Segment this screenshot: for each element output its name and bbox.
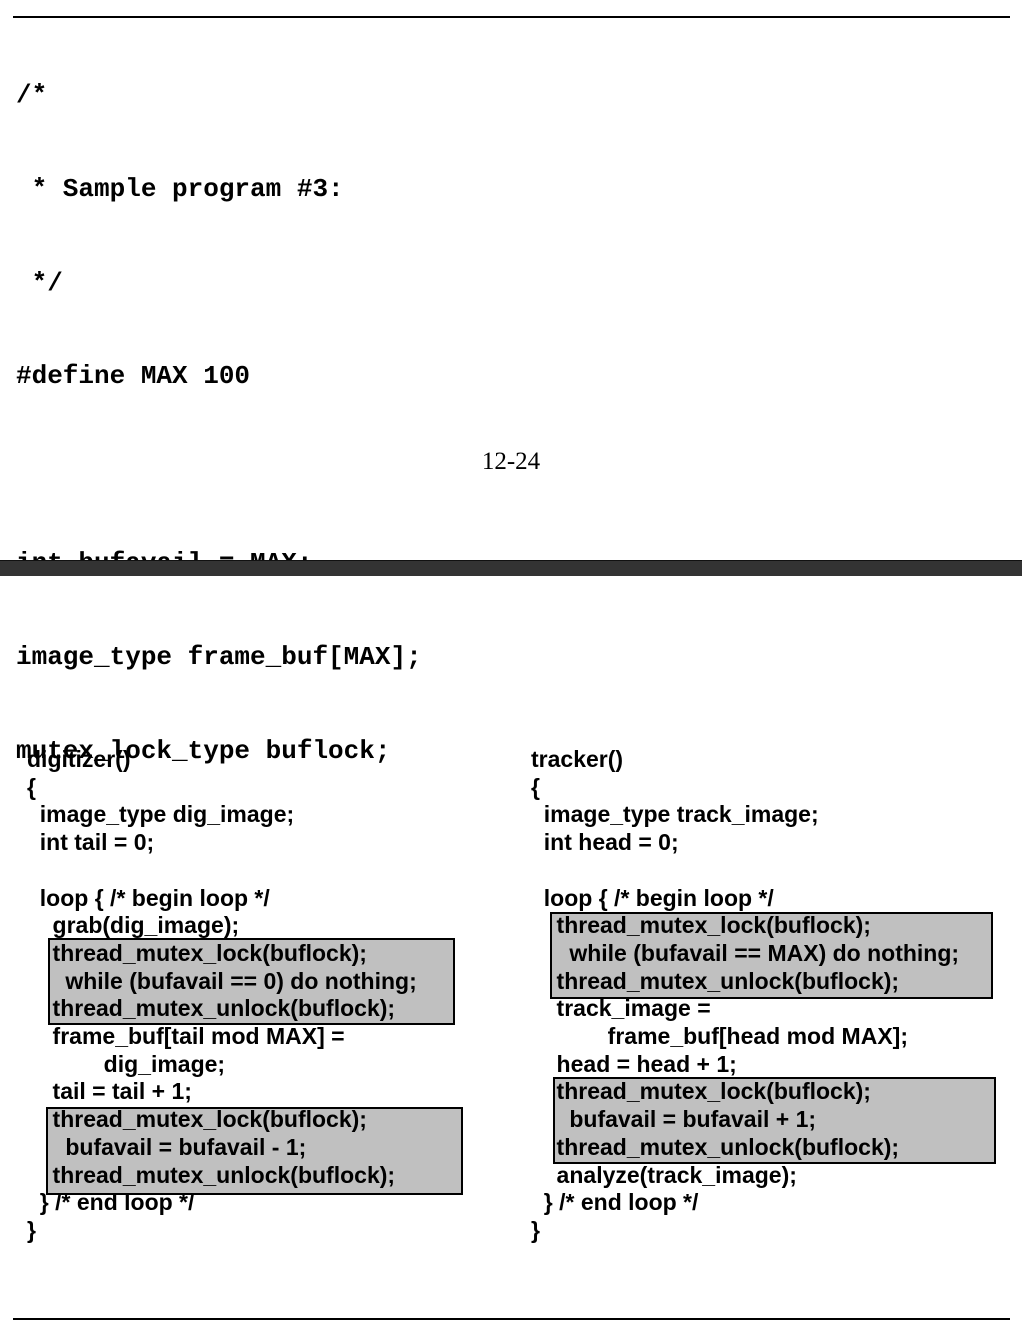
code-line: image_type track_image; [531,801,819,828]
code-line: /* [16,80,48,111]
code-line: #define MAX 100 [16,361,251,392]
code-line: while (bufavail == 0) do nothing; [27,967,417,994]
code-line: * Sample program #3: [16,174,344,204]
bottom-rule [13,1318,1010,1320]
code-line: thread_mutex_unlock(buflock); [531,967,900,994]
code-line: thread_mutex_lock(buflock); [27,939,367,966]
code-line: frame_buf[tail mod MAX] = [27,1023,345,1049]
code-line: { [27,773,36,800]
code-line: loop { /* begin loop */ [531,884,774,911]
code-line: thread_mutex_lock(buflock); [27,1106,367,1133]
code-line: int head = 0; [531,829,679,856]
code-line: image_type frame_buf[MAX]; [16,641,422,672]
code-line: */ [16,267,63,298]
code-line: image_type dig_image; [27,801,295,828]
code-line: } [531,1216,540,1243]
code-line: digitizer() [27,746,131,772]
code-line: { [531,773,540,800]
code-line: frame_buf[head mod MAX]; [531,1023,908,1049]
code-line: thread_mutex_unlock(buflock); [27,995,396,1022]
code-line: } [27,1216,36,1243]
header-code-block: /* * Sample program #3: */ #define MAX 1… [16,18,422,798]
code-line: loop { /* begin loop */ [27,884,270,911]
code-line: while (bufavail == MAX) do nothing; [531,939,960,966]
code-line: analyze(track_image); [531,1161,797,1188]
code-line: bufavail = bufavail + 1; [531,1106,817,1133]
code-line: head = head + 1; [531,1050,737,1077]
code-line: bufavail = bufavail - 1; [27,1133,307,1160]
code-line: dig_image; [27,1050,226,1077]
code-line: } /* end loop */ [27,1189,195,1216]
code-line: thread_mutex_unlock(buflock); [27,1161,396,1188]
page-number: 12-24 [481,448,541,475]
code-line: tracker() [531,746,624,772]
code-line: thread_mutex_lock(buflock); [531,1078,871,1105]
code-line: int tail = 0; [27,829,155,856]
code-line: thread_mutex_unlock(buflock); [531,1133,900,1160]
page-separator-bar [0,560,1022,576]
code-line: } /* end loop */ [531,1189,699,1216]
code-line: thread_mutex_lock(buflock); [531,912,871,939]
code-line: tail = tail + 1; [27,1078,192,1105]
code-line: track_image = [531,995,711,1022]
code-line: grab(dig_image); [27,912,240,939]
